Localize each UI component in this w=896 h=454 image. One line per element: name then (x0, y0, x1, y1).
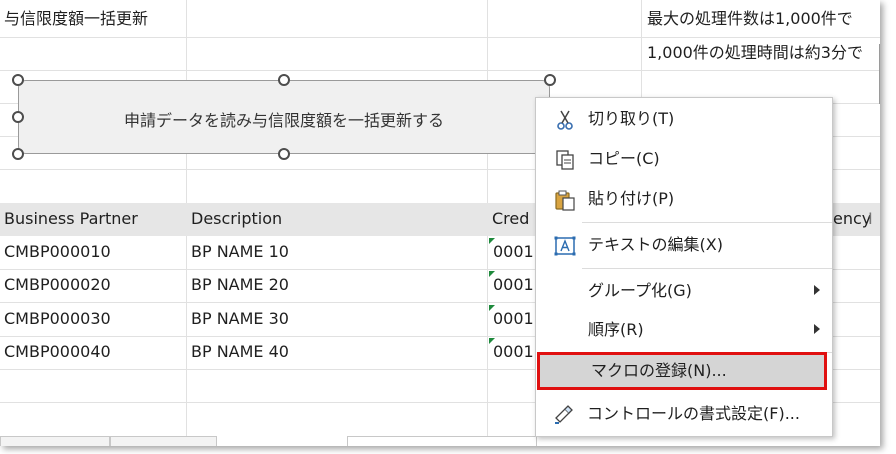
menu-item-label: 貼り付け(P) (588, 189, 675, 208)
copy-icon (556, 150, 574, 170)
format-control-icon (555, 405, 573, 424)
resize-handle[interactable] (278, 148, 290, 160)
sheet-tab[interactable] (110, 436, 217, 446)
sheet-title-cell[interactable]: 与信限度額一括更新 (4, 9, 148, 29)
text-box-icon (554, 236, 576, 256)
header-next[interactable]: I (868, 208, 873, 230)
menu-item-label: コントロールの書式設定(F)... (587, 404, 800, 423)
menu-item-label: マクロの登録(N)... (591, 361, 727, 380)
header-credit[interactable]: Cred (492, 208, 529, 230)
macro-button-shape[interactable]: 申請データを読み与信限度額を一括更新する (18, 80, 550, 154)
table-cell-bp[interactable]: CMBP000040 (4, 342, 111, 362)
sheet-tab[interactable] (0, 436, 110, 446)
submenu-arrow-icon (814, 324, 820, 334)
header-currency[interactable]: ency (833, 208, 871, 230)
header-business-partner[interactable]: Business Partner (4, 208, 138, 230)
row-divider (0, 70, 880, 71)
resize-handle[interactable] (12, 111, 24, 123)
menu-item-label: テキストの編集(X) (588, 235, 723, 254)
menu-item-order[interactable]: 順序(R) (536, 311, 832, 349)
note-cell-2[interactable]: 1,000件の処理時間は約3分で (647, 43, 863, 63)
table-cell-desc[interactable]: BP NAME 10 (191, 242, 289, 262)
table-cell-cred[interactable]: 0001 (493, 242, 534, 262)
resize-handle[interactable] (12, 148, 24, 160)
menu-item-format-control[interactable]: コントロールの書式設定(F)... (535, 395, 831, 433)
table-cell-cred[interactable]: 0001 (493, 309, 534, 329)
menu-item-assign-macro[interactable]: マクロの登録(N)... (537, 352, 827, 390)
menu-item-cut[interactable]: 切り取り(T) (536, 100, 832, 138)
menu-separator (582, 222, 832, 223)
table-cell-bp[interactable]: CMBP000030 (4, 309, 111, 329)
table-cell-cred[interactable]: 0001 (493, 275, 534, 295)
resize-handle[interactable] (12, 74, 24, 86)
scrollbar-edge[interactable] (879, 44, 880, 104)
table-cell-desc[interactable]: BP NAME 40 (191, 342, 289, 362)
sheet-tab[interactable] (347, 436, 537, 446)
table-cell-bp[interactable]: CMBP000020 (4, 275, 111, 295)
menu-item-label: 順序(R) (588, 320, 644, 339)
menu-item-label: コピー(C) (588, 149, 660, 168)
table-cell-bp[interactable]: CMBP000010 (4, 242, 111, 262)
header-description[interactable]: Description (191, 208, 282, 230)
scissors-icon (557, 110, 573, 130)
note-cell-1[interactable]: 最大の処理件数は1,000件で (647, 9, 853, 29)
table-cell-desc[interactable]: BP NAME 30 (191, 309, 289, 329)
menu-separator (582, 268, 832, 269)
table-cell-desc[interactable]: BP NAME 20 (191, 275, 289, 295)
menu-item-copy[interactable]: コピー(C) (536, 140, 832, 178)
menu-item-group[interactable]: グループ化(G) (536, 272, 832, 310)
menu-item-edit-text[interactable]: テキストの編集(X) (536, 226, 832, 264)
menu-item-paste[interactable]: 貼り付け(P) (536, 180, 832, 218)
resize-handle[interactable] (278, 74, 290, 86)
macro-button-label: 申請データを読み与信限度額を一括更新する (123, 111, 444, 130)
spreadsheet-window: 与信限度額一括更新 最大の処理件数は1,000件で 1,000件の処理時間は約3… (0, 0, 880, 446)
row-divider (0, 37, 880, 38)
submenu-arrow-icon (814, 285, 820, 295)
menu-item-label: 切り取り(T) (588, 109, 675, 128)
table-cell-cred[interactable]: 0001 (493, 342, 534, 362)
paste-icon (555, 190, 575, 211)
resize-handle[interactable] (544, 74, 556, 86)
menu-item-label: グループ化(G) (588, 281, 692, 300)
